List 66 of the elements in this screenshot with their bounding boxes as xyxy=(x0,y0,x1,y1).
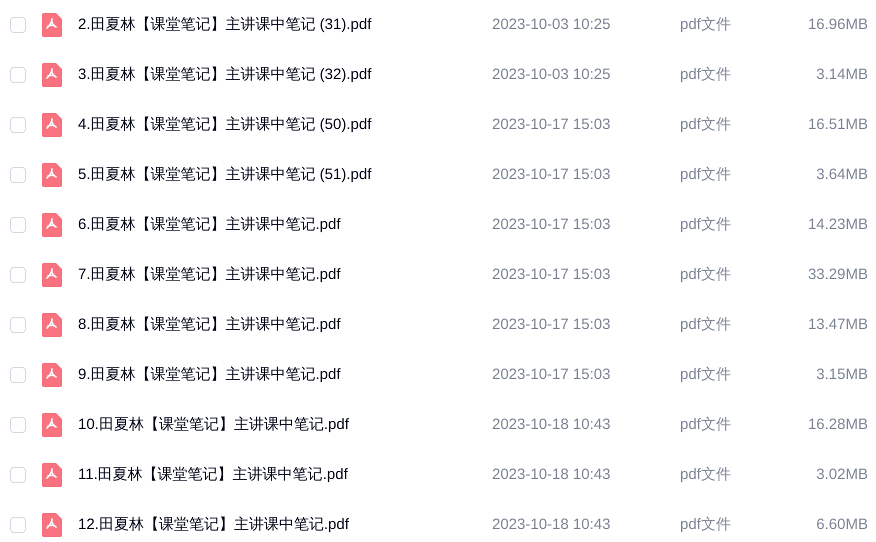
file-name[interactable]: 9.田夏林【课堂笔记】主讲课中笔记.pdf xyxy=(78,364,492,386)
file-type: pdf文件 xyxy=(680,414,732,435)
checkbox[interactable] xyxy=(10,467,26,483)
file-size: 3.02MB xyxy=(815,464,868,485)
pdf-file-icon xyxy=(42,263,62,287)
pdf-file-icon xyxy=(42,213,62,237)
pdf-file-icon xyxy=(42,513,62,537)
file-size: 3.15MB xyxy=(815,364,868,385)
modified-date: 2023-10-17 15:03 xyxy=(492,314,612,335)
checkbox[interactable] xyxy=(10,217,26,233)
file-name[interactable]: 5.田夏林【课堂笔记】主讲课中笔记 (51).pdf xyxy=(78,164,492,186)
pdf-file-icon xyxy=(42,363,62,387)
checkbox[interactable] xyxy=(10,317,26,333)
file-size: 14.23MB xyxy=(806,214,868,235)
modified-date: 2023-10-17 15:03 xyxy=(492,114,612,135)
pdf-file-icon xyxy=(42,163,62,187)
modified-date: 2023-10-17 15:03 xyxy=(492,264,612,285)
modified-date: 2023-10-03 10:25 xyxy=(492,64,612,85)
file-type: pdf文件 xyxy=(680,164,732,185)
modified-date: 2023-10-17 15:03 xyxy=(492,164,612,185)
file-name[interactable]: 2.田夏林【课堂笔记】主讲课中笔记 (31).pdf xyxy=(78,14,492,36)
modified-date: 2023-10-17 15:03 xyxy=(492,364,612,385)
checkbox[interactable] xyxy=(10,167,26,183)
modified-date: 2023-10-18 10:43 xyxy=(492,414,612,435)
file-type: pdf文件 xyxy=(680,14,732,35)
file-type: pdf文件 xyxy=(680,314,732,335)
file-name[interactable]: 10.田夏林【课堂笔记】主讲课中笔记.pdf xyxy=(78,414,492,436)
checkbox[interactable] xyxy=(10,117,26,133)
file-type: pdf文件 xyxy=(680,64,732,85)
modified-date: 2023-10-17 15:03 xyxy=(492,214,612,235)
file-size: 16.51MB xyxy=(806,114,868,135)
pdf-file-icon xyxy=(42,113,62,137)
modified-date: 2023-10-18 10:43 xyxy=(492,464,612,485)
modified-date: 2023-10-18 10:43 xyxy=(492,514,612,535)
file-name[interactable]: 7.田夏林【课堂笔记】主讲课中笔记.pdf xyxy=(78,264,492,286)
file-type: pdf文件 xyxy=(680,464,732,485)
checkbox[interactable] xyxy=(10,517,26,533)
checkbox[interactable] xyxy=(10,267,26,283)
file-type: pdf文件 xyxy=(680,114,732,135)
file-name[interactable]: 11.田夏林【课堂笔记】主讲课中笔记.pdf xyxy=(78,464,492,486)
file-type: pdf文件 xyxy=(680,514,732,535)
file-name[interactable]: 12.田夏林【课堂笔记】主讲课中笔记.pdf xyxy=(78,514,492,536)
file-name[interactable]: 3.田夏林【课堂笔记】主讲课中笔记 (32).pdf xyxy=(78,64,492,86)
file-name[interactable]: 6.田夏林【课堂笔记】主讲课中笔记.pdf xyxy=(78,214,492,236)
pdf-file-icon xyxy=(42,413,62,437)
pdf-file-icon xyxy=(42,463,62,487)
file-type: pdf文件 xyxy=(680,364,732,385)
file-size: 13.47MB xyxy=(806,314,868,335)
pdf-file-icon xyxy=(42,13,62,37)
file-type: pdf文件 xyxy=(680,264,732,285)
pdf-file-icon xyxy=(42,313,62,337)
file-size: 16.96MB xyxy=(806,14,868,35)
file-type: pdf文件 xyxy=(680,214,732,235)
checkbox[interactable] xyxy=(10,67,26,83)
file-name[interactable]: 8.田夏林【课堂笔记】主讲课中笔记.pdf xyxy=(78,314,492,336)
modified-date: 2023-10-03 10:25 xyxy=(492,14,612,35)
pdf-file-icon xyxy=(42,63,62,87)
file-size: 16.28MB xyxy=(806,414,868,435)
checkbox[interactable] xyxy=(10,17,26,33)
file-size: 6.60MB xyxy=(815,514,868,535)
checkbox[interactable] xyxy=(10,367,26,383)
file-size: 3.14MB xyxy=(815,64,868,85)
file-size: 33.29MB xyxy=(806,264,868,285)
file-name[interactable]: 4.田夏林【课堂笔记】主讲课中笔记 (50).pdf xyxy=(78,114,492,136)
checkbox[interactable] xyxy=(10,417,26,433)
file-size: 3.64MB xyxy=(815,164,868,185)
